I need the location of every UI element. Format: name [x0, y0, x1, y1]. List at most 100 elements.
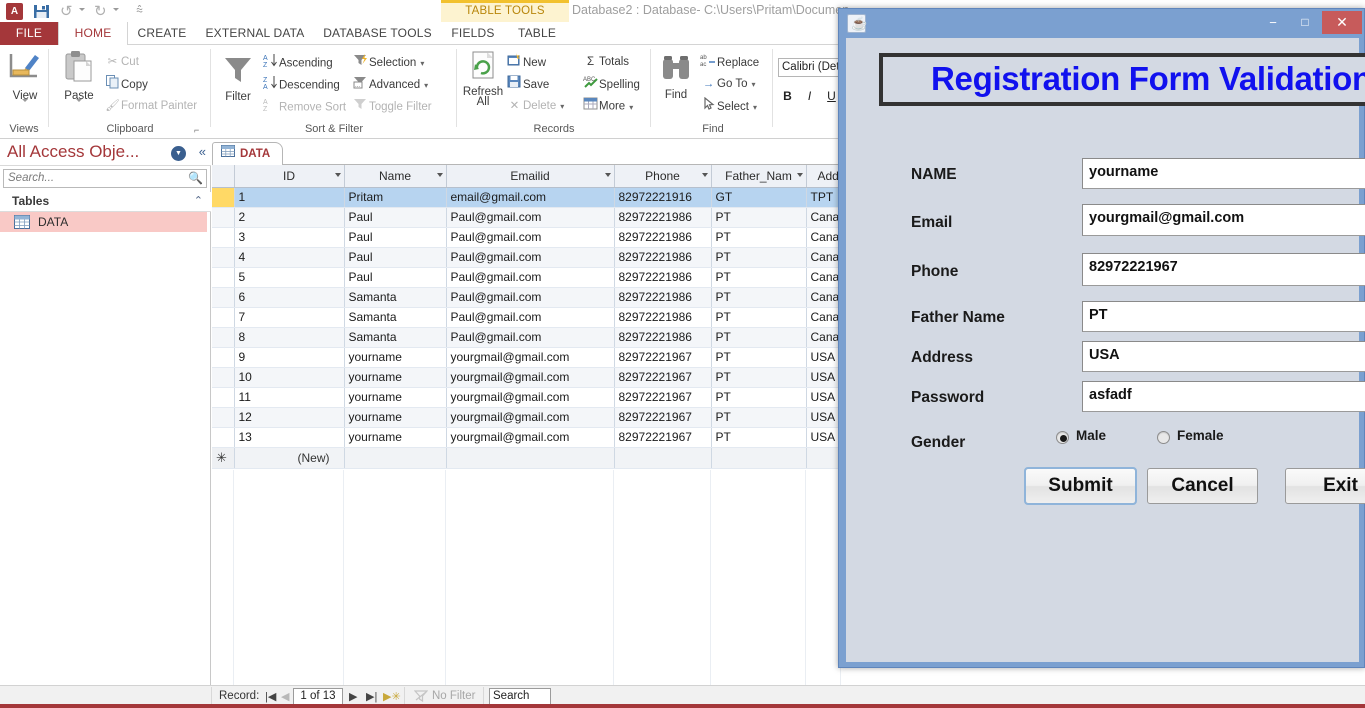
record-position-input[interactable]: 1 of 13 [293, 688, 343, 705]
close-button[interactable]: ✕ [1322, 11, 1362, 34]
row-selector[interactable] [212, 407, 235, 428]
java-title-bar[interactable]: ☕ − □ ✕ [839, 9, 1364, 38]
advanced-button[interactable]: ... Advanced ▾ [352, 75, 428, 94]
cell-father[interactable]: PT [711, 407, 807, 428]
new-cell-father[interactable] [711, 447, 807, 469]
phone-field[interactable]: 82972221967 [1082, 253, 1365, 286]
cell-phone[interactable]: 82972221986 [614, 227, 712, 248]
go-to-button[interactable]: → Go To ▾ [700, 75, 756, 94]
cell-email[interactable]: yourgmail@gmail.com [446, 407, 615, 428]
refresh-all-button[interactable]: Refresh All [460, 50, 506, 108]
cell-father[interactable]: PT [711, 387, 807, 408]
cell-phone[interactable]: 82972221986 [614, 267, 712, 288]
tab-file[interactable]: FILE [0, 22, 58, 45]
cell-phone[interactable]: 82972221986 [614, 307, 712, 328]
cell-email[interactable]: Paul@gmail.com [446, 227, 615, 248]
cell-name[interactable]: Samanta [344, 287, 447, 308]
cell-email[interactable]: Paul@gmail.com [446, 207, 615, 228]
format-painter-button[interactable]: 🖌Format Painter [104, 97, 197, 116]
redo-icon[interactable]: ↻ [94, 2, 107, 20]
cell-name[interactable]: yourname [344, 427, 447, 448]
remove-sort-button[interactable]: AZ Remove Sort [262, 97, 347, 116]
cancel-button[interactable]: Cancel [1147, 468, 1258, 504]
document-tab-data[interactable]: DATA [212, 142, 284, 165]
cell-name[interactable]: Samanta [344, 327, 447, 348]
row-selector[interactable] [212, 267, 235, 288]
cell-name[interactable]: yourname [344, 387, 447, 408]
double-chevron-left-icon[interactable]: « [199, 144, 206, 159]
cell-father[interactable]: PT [711, 367, 807, 388]
cell-father[interactable]: PT [711, 267, 807, 288]
father-name-field[interactable]: PT [1082, 301, 1365, 332]
table-row[interactable]: 4 Paul Paul@gmail.com 82972221986 PT Canada [212, 247, 862, 268]
descending-button[interactable]: ZA Descending [262, 75, 340, 94]
double-chevron-up-icon[interactable]: ⌃ [194, 194, 203, 207]
cell-father[interactable]: PT [711, 307, 807, 328]
table-row[interactable]: 13 yourname yourgmail@gmail.com 82972221967… [212, 427, 862, 448]
row-selector[interactable] [212, 287, 235, 308]
cell-id[interactable]: 2 [234, 207, 345, 228]
chevron-down-icon[interactable] [436, 173, 443, 177]
chevron-down-icon[interactable] [334, 173, 341, 177]
chevron-down-icon[interactable]: ▼ [171, 146, 186, 161]
cell-father[interactable]: PT [711, 327, 807, 348]
tab-home[interactable]: HOME [58, 22, 128, 46]
prev-record-icon[interactable]: ◀ [281, 690, 289, 703]
column-header-emailid[interactable]: Emailid [446, 165, 615, 188]
view-button[interactable]: View [2, 50, 48, 116]
more-dropdown-icon[interactable]: ▾ [629, 98, 633, 117]
table-row[interactable]: 2 Paul Paul@gmail.com 82972221986 PT Canada [212, 207, 862, 228]
table-row[interactable]: 9 yourname yourgmail@gmail.com 82972221967 P… [212, 347, 862, 368]
gender-radio-female[interactable]: Female [1157, 428, 1247, 446]
tab-database-tools[interactable]: DATABASE TOOLS [314, 22, 441, 45]
delete-button[interactable]: ✕ Delete ▾ [506, 97, 565, 116]
table-row[interactable]: 7 Samanta Paul@gmail.com 82972221986 PT Canad… [212, 307, 862, 328]
toggle-filter-button[interactable]: Toggle Filter [352, 97, 432, 116]
table-row[interactable]: 8 Samanta Paul@gmail.com 82972221986 PT Canad… [212, 327, 862, 348]
cell-id[interactable]: 5 [234, 267, 345, 288]
cell-phone[interactable]: 82972221967 [614, 347, 712, 368]
cell-name[interactable]: yourname [344, 407, 447, 428]
cell-id[interactable]: 7 [234, 307, 345, 328]
cell-email[interactable]: yourgmail@gmail.com [446, 387, 615, 408]
row-selector[interactable] [212, 327, 235, 348]
cell-name[interactable]: Paul [344, 207, 447, 228]
selection-dropdown-icon[interactable]: ▾ [420, 54, 424, 73]
cell-email[interactable]: Paul@gmail.com [446, 327, 615, 348]
row-selector[interactable] [212, 307, 235, 328]
datasheet-grid[interactable]: ID Name Emailid Phone Father_Nam Addre 1 Pritam… [212, 165, 862, 469]
cell-email[interactable]: email@gmail.com [446, 187, 615, 208]
cell-name[interactable]: Samanta [344, 307, 447, 328]
last-record-icon[interactable]: ▶| [366, 690, 377, 703]
cell-email[interactable]: Paul@gmail.com [446, 287, 615, 308]
table-row[interactable]: 6 Samanta Paul@gmail.com 82972221986 PT Canad… [212, 287, 862, 308]
new-cell-name[interactable] [344, 447, 447, 469]
chevron-down-icon[interactable] [604, 173, 611, 177]
cell-father[interactable]: GT [711, 187, 807, 208]
cell-name[interactable]: Paul [344, 247, 447, 268]
tab-fields[interactable]: FIELDS [441, 22, 505, 45]
cell-email[interactable]: Paul@gmail.com [446, 247, 615, 268]
cell-id[interactable]: 13 [234, 427, 345, 448]
submit-button[interactable]: Submit [1024, 467, 1137, 505]
undo-icon[interactable]: ↺ [60, 2, 73, 20]
cell-email[interactable]: yourgmail@gmail.com [446, 347, 615, 368]
cell-phone[interactable]: 82972221967 [614, 387, 712, 408]
cell-phone[interactable]: 82972221986 [614, 327, 712, 348]
copy-button[interactable]: Copy [104, 75, 148, 94]
go-to-dropdown-icon[interactable]: ▾ [751, 75, 755, 94]
cell-phone[interactable]: 82972221986 [614, 287, 712, 308]
more-button[interactable]: More ▾ [582, 97, 633, 116]
cell-father[interactable]: PT [711, 427, 807, 448]
tab-table[interactable]: TABLE [505, 22, 569, 45]
cell-email[interactable]: yourgmail@gmail.com [446, 367, 615, 388]
tab-create[interactable]: CREATE [128, 22, 196, 45]
cell-name[interactable]: yourname [344, 367, 447, 388]
next-record-icon[interactable]: ▶ [349, 690, 357, 703]
save-icon[interactable] [33, 3, 50, 20]
find-button[interactable]: Find [654, 53, 698, 101]
cell-name[interactable]: Pritam [344, 187, 447, 208]
replace-button[interactable]: ab ac Replace [700, 53, 759, 72]
navigation-group-tables[interactable]: Tables ⌃ [0, 192, 211, 212]
row-selector[interactable] [212, 227, 235, 248]
